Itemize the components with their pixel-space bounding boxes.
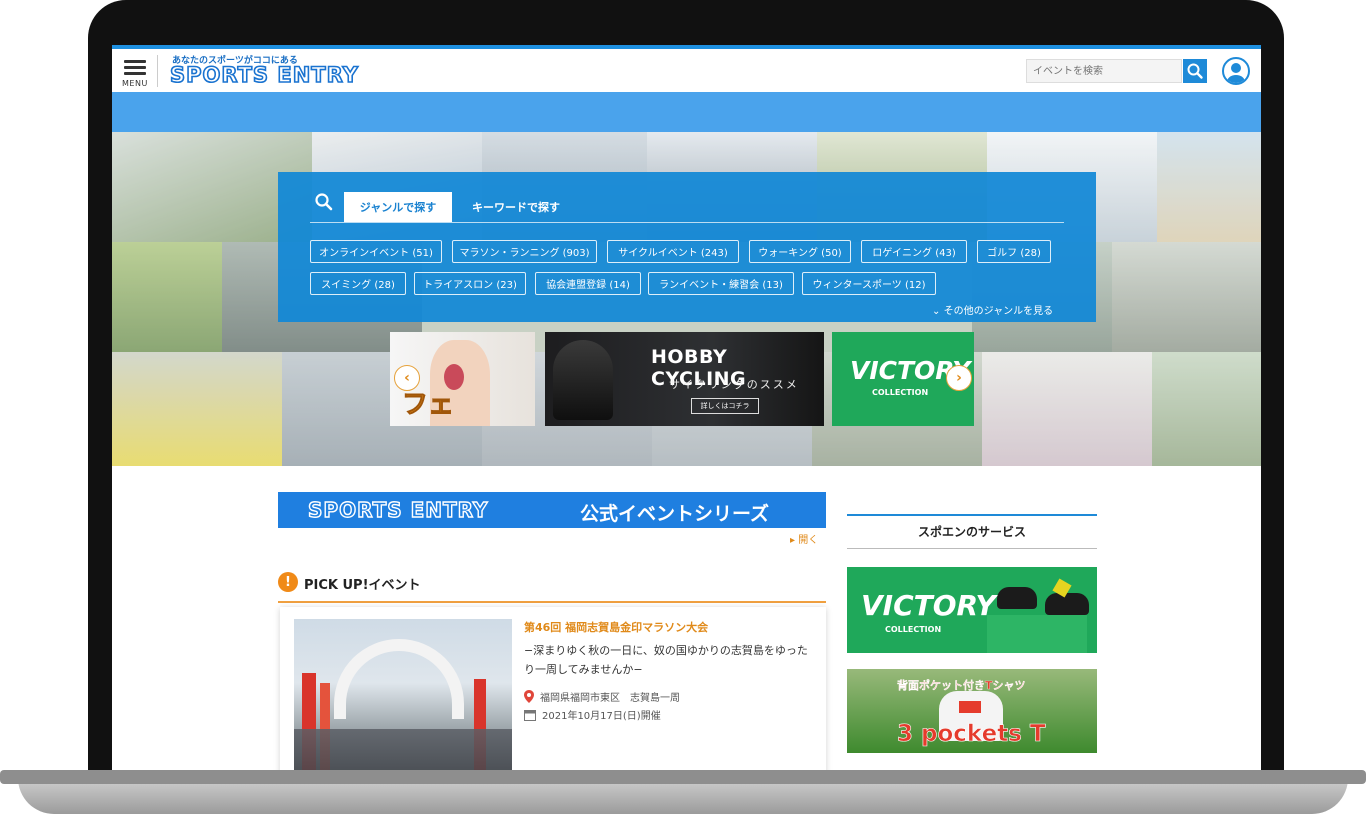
genre-chip-online[interactable]: オンラインイベント (51): [310, 240, 442, 263]
hero-photo-mosaic: ジャンルで探す キーワードで探す オンラインイベント (51) マラソン・ランニ…: [112, 132, 1261, 466]
banner2-detail-button[interactable]: 詳しくはコチラ: [691, 398, 759, 414]
genre-chip-cycle[interactable]: サイクルイベント (243): [607, 240, 739, 263]
services-title: スポエンのサービス: [917, 525, 1026, 539]
header-blue-band: [112, 92, 1261, 132]
banner2-subtitle: サイクリングのススメ: [669, 378, 799, 391]
menu-label: MENU: [122, 79, 148, 88]
service-banner-tshirt[interactable]: 背面ポケット付きTシャツ 3 pockets T: [847, 669, 1097, 753]
genre-chip-triathlon[interactable]: トライアスロン (23): [414, 272, 526, 295]
search-button[interactable]: [1183, 59, 1207, 83]
event-date: 2021年10月17日(日)開催: [524, 707, 661, 722]
search-icon: [315, 193, 333, 211]
series-title: 公式イベントシリーズ: [580, 503, 770, 525]
event-date-text: 2021年10月17日(日)開催: [542, 711, 661, 722]
laptop-base: [0, 770, 1366, 819]
carousel-banner-hobby-cycling[interactable]: HOBBY CYCLING サイクリングのススメ 詳しくはコチラ: [545, 332, 824, 426]
event-title: 第46回 福岡志賀島金印マラソン大会: [524, 621, 709, 634]
chevron-left-icon: ‹: [404, 370, 410, 386]
genre-chip-winter[interactable]: ウィンタースポーツ (12): [802, 272, 936, 295]
user-account-button[interactable]: [1222, 57, 1250, 85]
service-banner-victory[interactable]: VICTORY COLLECTION: [847, 567, 1097, 653]
series-open-link[interactable]: ▸ 開く: [790, 531, 818, 546]
services-top-rule: [847, 514, 1097, 516]
exclamation-icon: !: [278, 572, 298, 592]
victory-subtitle: COLLECTION: [885, 625, 942, 634]
user-icon: [1227, 63, 1245, 83]
genre-chip-marathon[interactable]: マラソン・ランニング (903): [452, 240, 597, 263]
open-label: 開く: [798, 535, 819, 546]
tab-keyword-search[interactable]: キーワードで探す: [454, 192, 578, 222]
tab-underline: [310, 222, 1064, 223]
genre-search-panel: ジャンルで探す キーワードで探す オンラインイベント (51) マラソン・ランニ…: [278, 172, 1096, 322]
official-series-banner[interactable]: SPORTS ENTRY 公式イベントシリーズ: [278, 492, 826, 528]
tab-genre-search[interactable]: ジャンルで探す: [344, 192, 452, 222]
event-photo: [294, 619, 512, 770]
genre-chip-run-event[interactable]: ランイベント・練習会 (13): [648, 272, 794, 295]
more-genres-link[interactable]: ⌄ その他のジャンルを見る: [932, 302, 1053, 317]
tshirt-title: 3 pockets T: [897, 721, 1046, 748]
triangle-right-icon: ▸: [790, 535, 799, 546]
victory-title: VICTORY: [861, 589, 996, 622]
banner-carousel: フェ HOBBY CYCLING サイクリングのススメ 詳しくはコチラ VICT…: [390, 332, 974, 426]
site-header: MENU あなたのスポーツがココにある SPORTS ENTRY: [112, 49, 1261, 92]
chevron-right-icon: ›: [956, 370, 962, 386]
pickup-event-card[interactable]: 第46回 福岡志賀島金印マラソン大会 −深まりゆく秋の一日に、奴の国ゆかりの志賀…: [280, 607, 826, 770]
event-location: 福岡県福岡市東区 志賀島一周: [524, 689, 680, 704]
genre-chip-association[interactable]: 協会連盟登録 (14): [535, 272, 641, 295]
map-pin-icon: [524, 690, 534, 703]
site-logo[interactable]: SPORTS ENTRY: [169, 62, 359, 88]
pickup-header: ! PICK UP!イベント: [278, 571, 826, 603]
event-search-input[interactable]: [1026, 59, 1182, 83]
pickup-title: PICK UP!イベント: [304, 578, 421, 593]
chevron-down-icon: ⌄: [932, 306, 941, 317]
genre-chip-rogaining[interactable]: ロゲイニング (43): [861, 240, 967, 263]
browser-screen: MENU あなたのスポーツがココにある SPORTS ENTRY イベントを検索…: [112, 45, 1261, 770]
search-icon: [1187, 63, 1203, 79]
services-bottom-rule: [847, 548, 1097, 549]
series-logo: SPORTS ENTRY: [307, 497, 489, 522]
carousel-next-button[interactable]: ›: [946, 365, 972, 391]
carousel-prev-button[interactable]: ‹: [394, 365, 420, 391]
menu-button[interactable]: MENU: [122, 57, 148, 88]
calendar-icon: [524, 709, 536, 721]
event-description: −深まりゆく秋の一日に、奴の国ゆかりの志賀島をゆったり一周してみませんか−: [524, 644, 808, 676]
more-genres-label: その他のジャンルを見る: [943, 306, 1054, 317]
banner3-subtitle: COLLECTION: [872, 388, 929, 397]
header-divider: [157, 55, 158, 87]
genre-chip-golf[interactable]: ゴルフ (28): [977, 240, 1051, 263]
genre-chip-swimming[interactable]: スイミング (28): [310, 272, 406, 295]
event-location-text: 福岡県福岡市東区 志賀島一周: [540, 693, 680, 704]
genre-chip-walking[interactable]: ウォーキング (50): [749, 240, 851, 263]
